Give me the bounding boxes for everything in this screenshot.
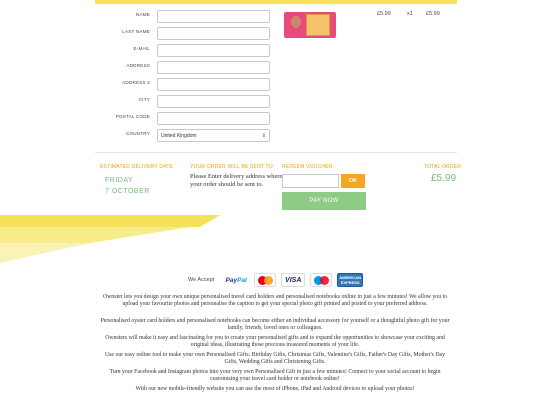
delivery-day: FRIDAY — [105, 177, 134, 184]
city-input[interactable] — [157, 95, 270, 108]
total-order-heading: TOTAL ORDER — [424, 164, 462, 170]
address-2-label: ADDRESS 2 — [122, 80, 150, 85]
city-label: CITY — [138, 97, 150, 102]
maestro-icon — [310, 273, 333, 287]
name-input[interactable] — [157, 10, 270, 23]
travel-card-holder-thumbnail — [284, 12, 336, 38]
email-label: E-MAIL — [133, 46, 150, 51]
line-total: £5.99 — [426, 11, 440, 17]
pay-now-button[interactable]: PAY NOW — [282, 192, 366, 210]
visa-icon: VISA — [281, 273, 306, 287]
total-order-value: £5.99 — [431, 173, 457, 184]
paypal-text-pal: Pal — [237, 276, 247, 284]
stripe-3 — [0, 243, 90, 263]
info-paragraph-2: Personalised oyster card holders and per… — [100, 318, 450, 331]
info-paragraph-4: Use our easy online tool to make your ow… — [104, 352, 445, 365]
paypal-text-pay: Pay — [225, 276, 238, 284]
form-row-last-name: LAST NAME — [95, 27, 270, 40]
stripe-1 — [0, 215, 220, 227]
voucher-heading: REDEEM VOUCHER — [282, 164, 333, 170]
country-label: COUNTRY — [125, 131, 150, 136]
select-arrows-icon: ⇕ — [261, 132, 266, 139]
form-row-address-2: ADDRESS 2 — [95, 78, 270, 91]
delivery-date: 7 OCTOBER — [105, 188, 150, 195]
card-photo — [306, 14, 330, 36]
mastercard-yellow-circle — [264, 276, 274, 285]
country-value: United Kingdom — [161, 132, 197, 139]
decorative-stripes — [0, 215, 220, 263]
info-paragraph-3: Ownsters will make it easy and fascinati… — [105, 335, 445, 348]
form-row-postal-code: POSTAL CODE — [95, 112, 270, 125]
address-input[interactable] — [157, 61, 270, 74]
american-express-icon: AMERICAN EXPRESS — [337, 273, 364, 287]
postal-code-label: POSTAL CODE — [115, 114, 150, 119]
name-label: NAME — [135, 12, 150, 17]
info-paragraph-5: Turn your Facebook and Instagram photos … — [109, 369, 441, 382]
unit-price: £5.99 — [377, 11, 391, 17]
mastercard-icon — [254, 273, 277, 287]
payment-methods: We Accept Pay Pal VISA AMERICAN EXPRESS — [188, 273, 364, 287]
info-paragraph-6: With our new mobile-friendly website you… — [135, 386, 415, 392]
form-row-address: ADDRESS — [95, 61, 270, 74]
address-label: ADDRESS — [126, 63, 150, 68]
stripe-2 — [0, 227, 190, 243]
address-2-input[interactable] — [157, 78, 270, 91]
delivery-date-heading: ESTIMATED DELIVERY DATE — [100, 164, 174, 170]
email-input[interactable] — [157, 44, 270, 57]
voucher-input[interactable] — [282, 174, 339, 188]
item-quantity: x1 — [407, 11, 413, 17]
form-row-email: E-MAIL — [95, 44, 270, 57]
sent-to-text: Please Enter delivery address where your… — [190, 173, 283, 188]
top-rule — [95, 0, 457, 4]
form-row-country: COUNTRY United Kingdom ⇕ — [95, 129, 270, 142]
postal-code-input[interactable] — [157, 112, 270, 125]
paypal-icon: Pay Pal — [223, 273, 249, 287]
form-row-city: CITY — [95, 95, 270, 108]
we-accept-label: We Accept — [188, 277, 215, 283]
maestro-red-circle — [320, 276, 330, 285]
last-name-label: LAST NAME — [122, 29, 150, 34]
card-face-icon — [291, 16, 301, 28]
form-row-name: NAME — [95, 10, 270, 23]
sent-to-heading: YOUR ORDER WILL BE SENT TO: — [190, 164, 275, 170]
last-name-input[interactable] — [157, 27, 270, 40]
voucher-ok-button[interactable]: OK — [341, 174, 365, 188]
info-paragraph-1: Ownster lets you design your own unique … — [102, 294, 448, 307]
country-select[interactable]: United Kingdom ⇕ — [157, 129, 270, 142]
section-divider — [95, 152, 457, 153]
